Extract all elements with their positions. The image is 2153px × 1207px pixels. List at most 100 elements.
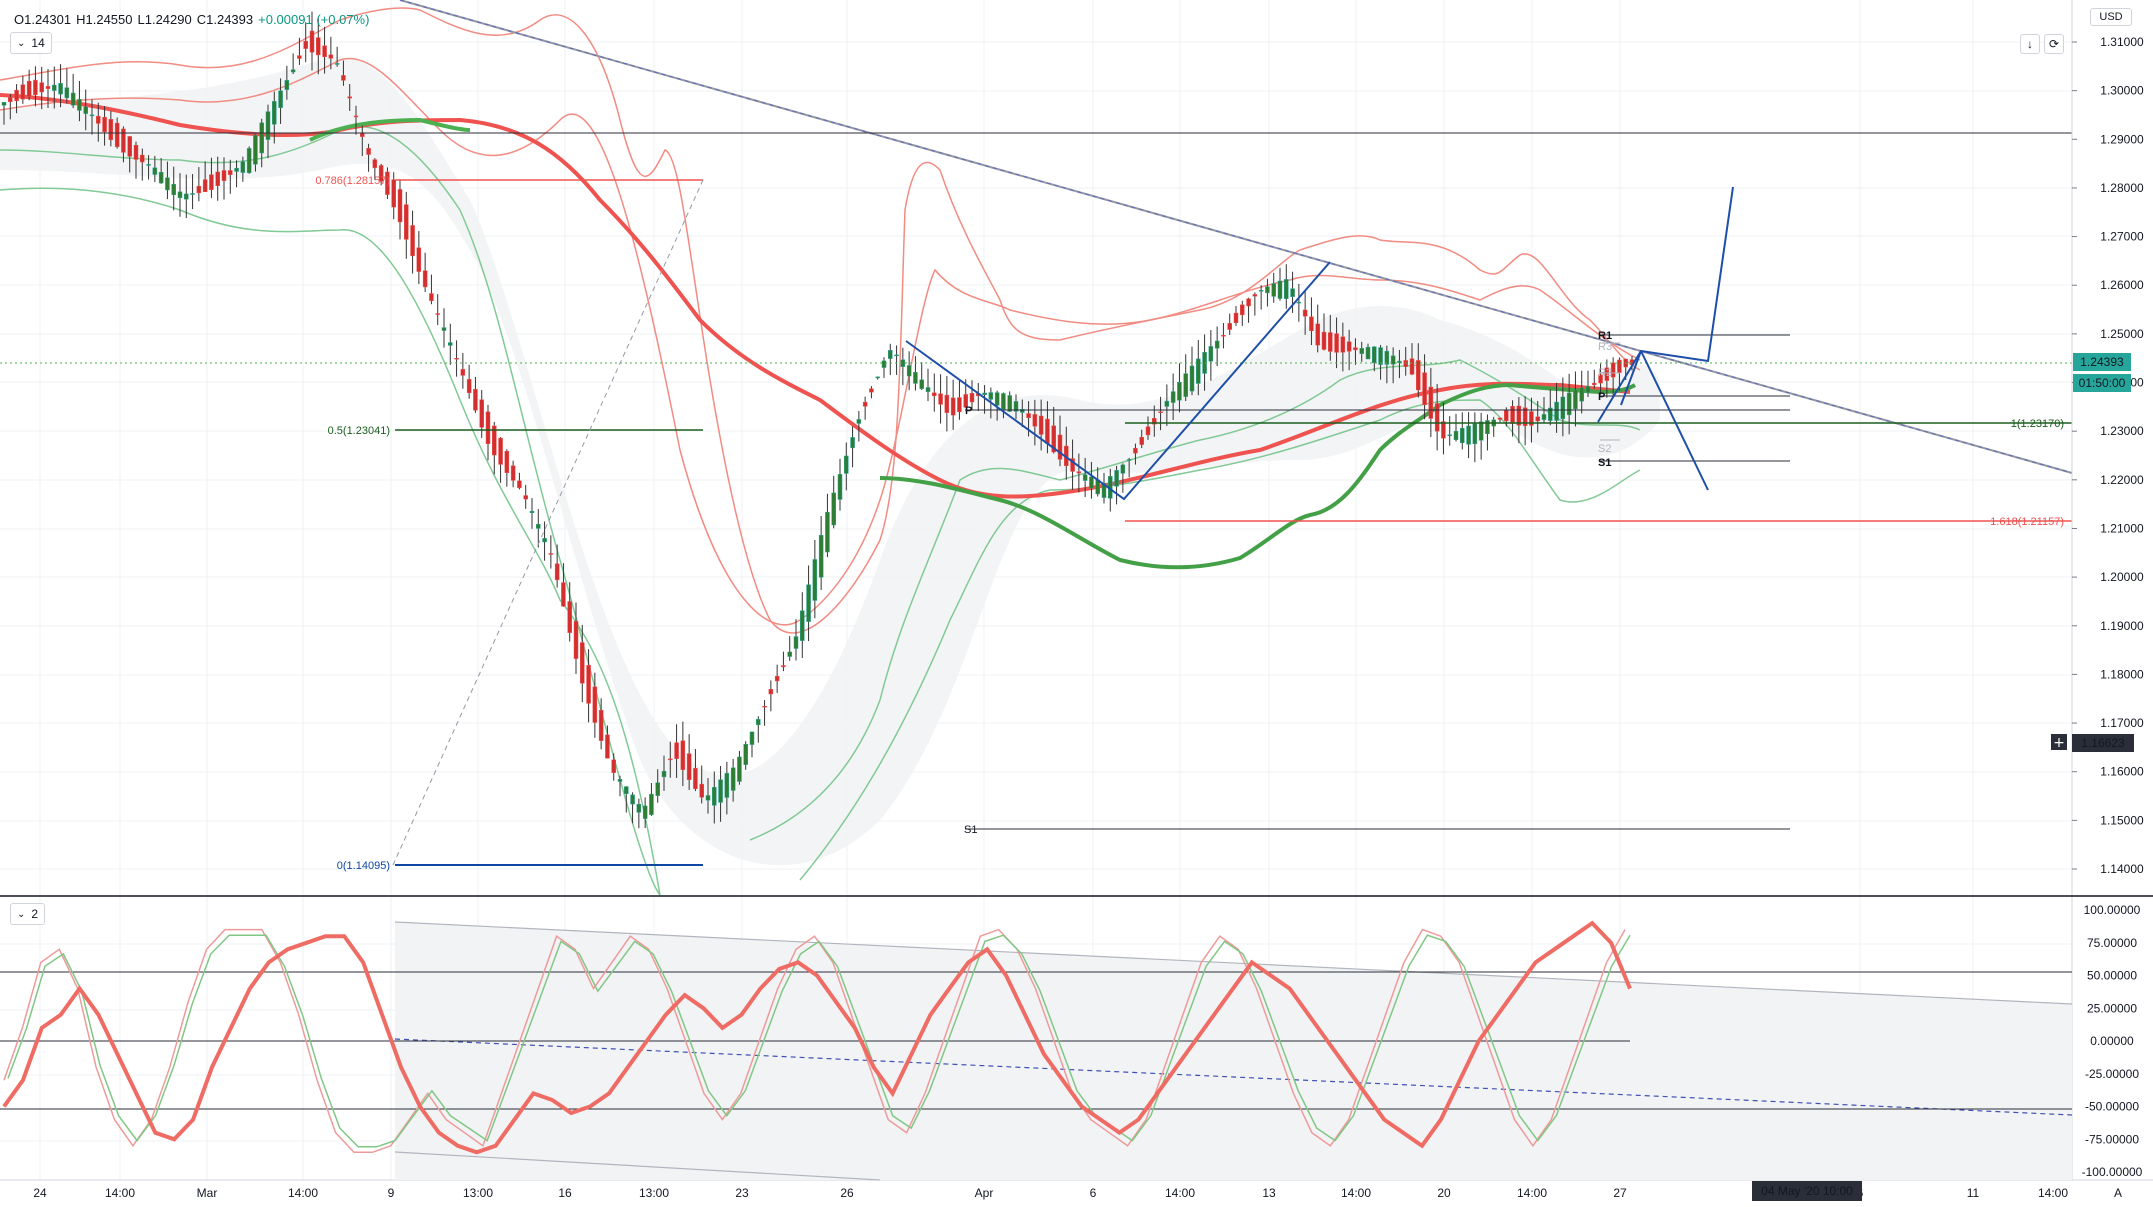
currency-label[interactable]: USD <box>2090 8 2132 26</box>
candle <box>668 758 673 761</box>
candle <box>888 350 893 359</box>
candle <box>89 114 95 117</box>
time-tick: 13 <box>1262 1186 1276 1200</box>
candle <box>404 204 409 240</box>
candle <box>334 63 340 65</box>
candle <box>743 744 748 765</box>
plus-icon[interactable]: + <box>2053 735 2065 751</box>
candle <box>774 675 780 682</box>
candle <box>1189 365 1195 392</box>
candle <box>140 154 145 163</box>
candle <box>730 767 736 791</box>
time-tick: 14:00 <box>1517 1186 1547 1200</box>
candle <box>523 495 528 500</box>
candle <box>529 510 535 513</box>
countdown-value: 01:50:00 <box>2079 376 2126 390</box>
price-tick: 1.28000 <box>2100 181 2144 195</box>
reset-chart-icon[interactable]: ⟳ <box>2044 34 2064 54</box>
candle <box>994 392 1000 406</box>
candle <box>158 172 164 184</box>
candle <box>196 185 202 194</box>
candle <box>1346 341 1352 352</box>
candle <box>146 164 151 166</box>
candle <box>1416 360 1421 391</box>
candle <box>1403 360 1408 367</box>
chart-canvas[interactable]: 0.786(1.28157) 0.5(1.23041) 0(1.14095) 1… <box>0 0 2153 1207</box>
candle <box>1177 382 1182 401</box>
candle <box>259 122 264 154</box>
candle <box>542 538 547 543</box>
candle <box>441 327 447 331</box>
candle <box>536 524 541 529</box>
candle <box>1365 346 1371 360</box>
candle <box>875 376 880 379</box>
candle <box>1038 415 1044 435</box>
candle <box>278 90 283 108</box>
candle <box>913 372 918 384</box>
candle <box>969 393 975 403</box>
candle <box>1246 298 1251 307</box>
candle <box>712 787 717 806</box>
candle <box>680 740 686 770</box>
candle <box>1315 323 1320 346</box>
candle <box>1183 373 1188 397</box>
candle <box>806 584 811 622</box>
candle <box>1082 474 1088 481</box>
time-tick: 16 <box>558 1186 572 1200</box>
candle <box>781 665 786 668</box>
candle <box>1585 386 1591 393</box>
candle <box>554 563 560 581</box>
pivot-r2-label: R2 <box>1598 367 1612 379</box>
candle <box>1221 335 1226 337</box>
candle <box>1076 471 1082 474</box>
candle <box>1434 403 1440 432</box>
candle <box>919 379 924 389</box>
price-tick: 1.22000 <box>2100 473 2144 487</box>
time-tick: 14:00 <box>1165 1186 1195 1200</box>
candle <box>240 161 246 173</box>
candle <box>228 170 233 175</box>
candle <box>592 686 598 723</box>
main-indicators-toggle[interactable]: ⌄ 14 <box>10 32 52 54</box>
osc-tick: 75.00000 <box>2087 936 2137 950</box>
candle <box>938 393 943 405</box>
candle <box>70 92 76 106</box>
candle <box>1328 332 1333 352</box>
auto-scale-icon[interactable]: A <box>2114 1186 2122 1200</box>
candle <box>435 313 440 315</box>
candle <box>1397 360 1402 363</box>
candle <box>184 193 189 200</box>
candle <box>1422 372 1427 405</box>
candle <box>925 387 931 392</box>
candle <box>284 80 290 90</box>
candle <box>83 106 88 114</box>
candle <box>950 397 956 416</box>
osc-tick: -50.00000 <box>2085 1100 2139 1114</box>
price-tick: 1.29000 <box>2100 132 2144 146</box>
candle <box>988 392 994 400</box>
candle <box>39 82 44 93</box>
candle <box>372 159 378 169</box>
candle <box>1340 336 1346 353</box>
candle <box>1384 350 1390 365</box>
candle <box>724 773 730 798</box>
candle <box>1441 421 1446 439</box>
sub-indicator-count: 2 <box>31 907 39 921</box>
candle <box>1453 430 1459 440</box>
ohlc-legend: O1.24301 H1.24550 L1.24290 C1.24393 +0.0… <box>14 12 369 27</box>
pivot-s2-label: S2 <box>1598 443 1611 455</box>
price-tick: 1.31000 <box>2100 35 2144 49</box>
chevron-down-icon: ⌄ <box>17 37 26 49</box>
candle <box>410 225 415 257</box>
candle <box>253 134 258 165</box>
candle <box>152 167 158 175</box>
sub-indicators-toggle[interactable]: ⌄ 2 <box>10 903 46 925</box>
scroll-down-icon[interactable]: ↓ <box>2020 34 2040 54</box>
osc-tick: 50.00000 <box>2087 969 2137 983</box>
candle <box>1057 434 1063 460</box>
candle <box>1617 359 1622 373</box>
candle <box>121 128 126 153</box>
time-tick: 14:00 <box>1341 1186 1371 1200</box>
candle <box>737 756 742 782</box>
candle <box>957 397 962 413</box>
